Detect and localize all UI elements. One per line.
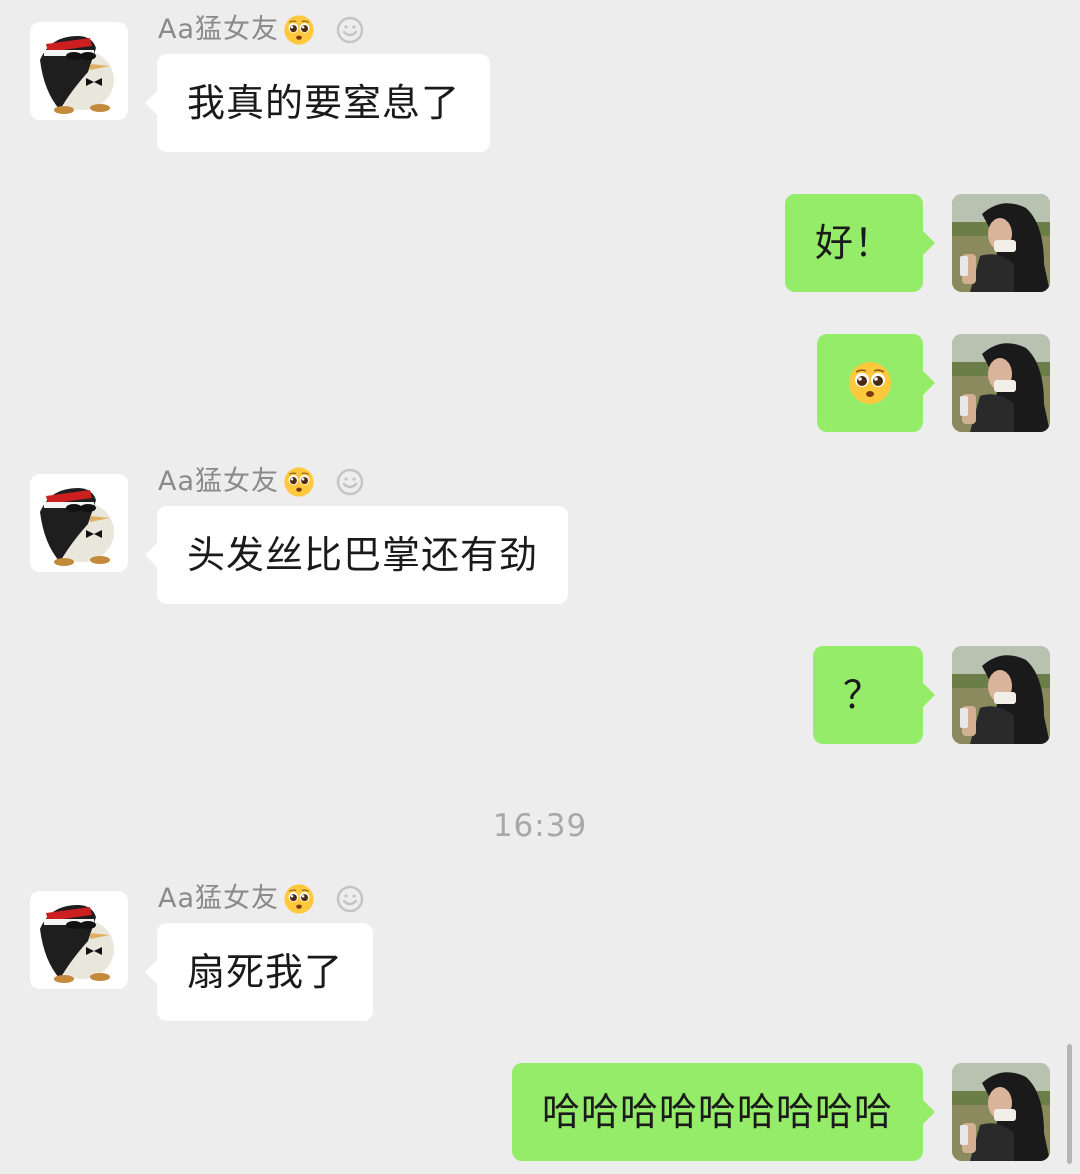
message-text: 好！ — [814, 221, 893, 265]
contact-avatar[interactable] — [30, 474, 128, 572]
outgoing-message-bubble[interactable]: ？ — [813, 646, 935, 744]
smiley-sticker-icon[interactable] — [335, 15, 365, 45]
incoming-message-bubble[interactable]: 我真的要窒息了 — [144, 54, 491, 152]
pleading-face-emoji-icon — [283, 14, 315, 46]
smiley-sticker-icon[interactable] — [335, 884, 365, 914]
incoming-message-bubble[interactable]: 扇死我了 — [144, 923, 374, 1021]
contact-nickname: Aa猛女友 — [158, 879, 315, 919]
message-text: 头发丝比巴掌还有劲 — [187, 533, 539, 577]
pleading-face-emoji-icon — [283, 466, 315, 498]
pleading-face-emoji-icon — [847, 360, 893, 406]
nickname-text: Aa猛女友 — [158, 14, 280, 45]
scrollbar[interactable] — [1067, 1044, 1072, 1164]
outgoing-message-bubble[interactable]: 哈哈哈哈哈哈哈哈哈 — [511, 1063, 936, 1161]
my-avatar[interactable] — [952, 646, 1050, 744]
message-text: 我真的要窒息了 — [187, 81, 461, 125]
my-avatar[interactable] — [952, 334, 1050, 432]
nickname-text: Aa猛女友 — [158, 466, 280, 497]
contact-nickname: Aa猛女友 — [158, 10, 315, 50]
message-text: ？ — [843, 673, 883, 717]
message-text: 哈哈哈哈哈哈哈哈哈 — [541, 1090, 893, 1134]
smiley-sticker-icon[interactable] — [335, 467, 365, 497]
outgoing-emoji-bubble[interactable] — [817, 334, 935, 432]
my-avatar[interactable] — [952, 1063, 1050, 1161]
message-text: 扇死我了 — [187, 950, 344, 994]
contact-avatar[interactable] — [30, 891, 128, 989]
contact-nickname: Aa猛女友 — [158, 462, 315, 502]
my-avatar[interactable] — [952, 194, 1050, 292]
outgoing-message-bubble[interactable]: 好！ — [784, 194, 936, 292]
contact-avatar[interactable] — [30, 22, 128, 120]
nickname-text: Aa猛女友 — [158, 883, 280, 914]
message-timestamp: 16:39 — [492, 808, 588, 844]
pleading-face-emoji-icon — [283, 883, 315, 915]
incoming-message-bubble[interactable]: 头发丝比巴掌还有劲 — [144, 506, 569, 604]
